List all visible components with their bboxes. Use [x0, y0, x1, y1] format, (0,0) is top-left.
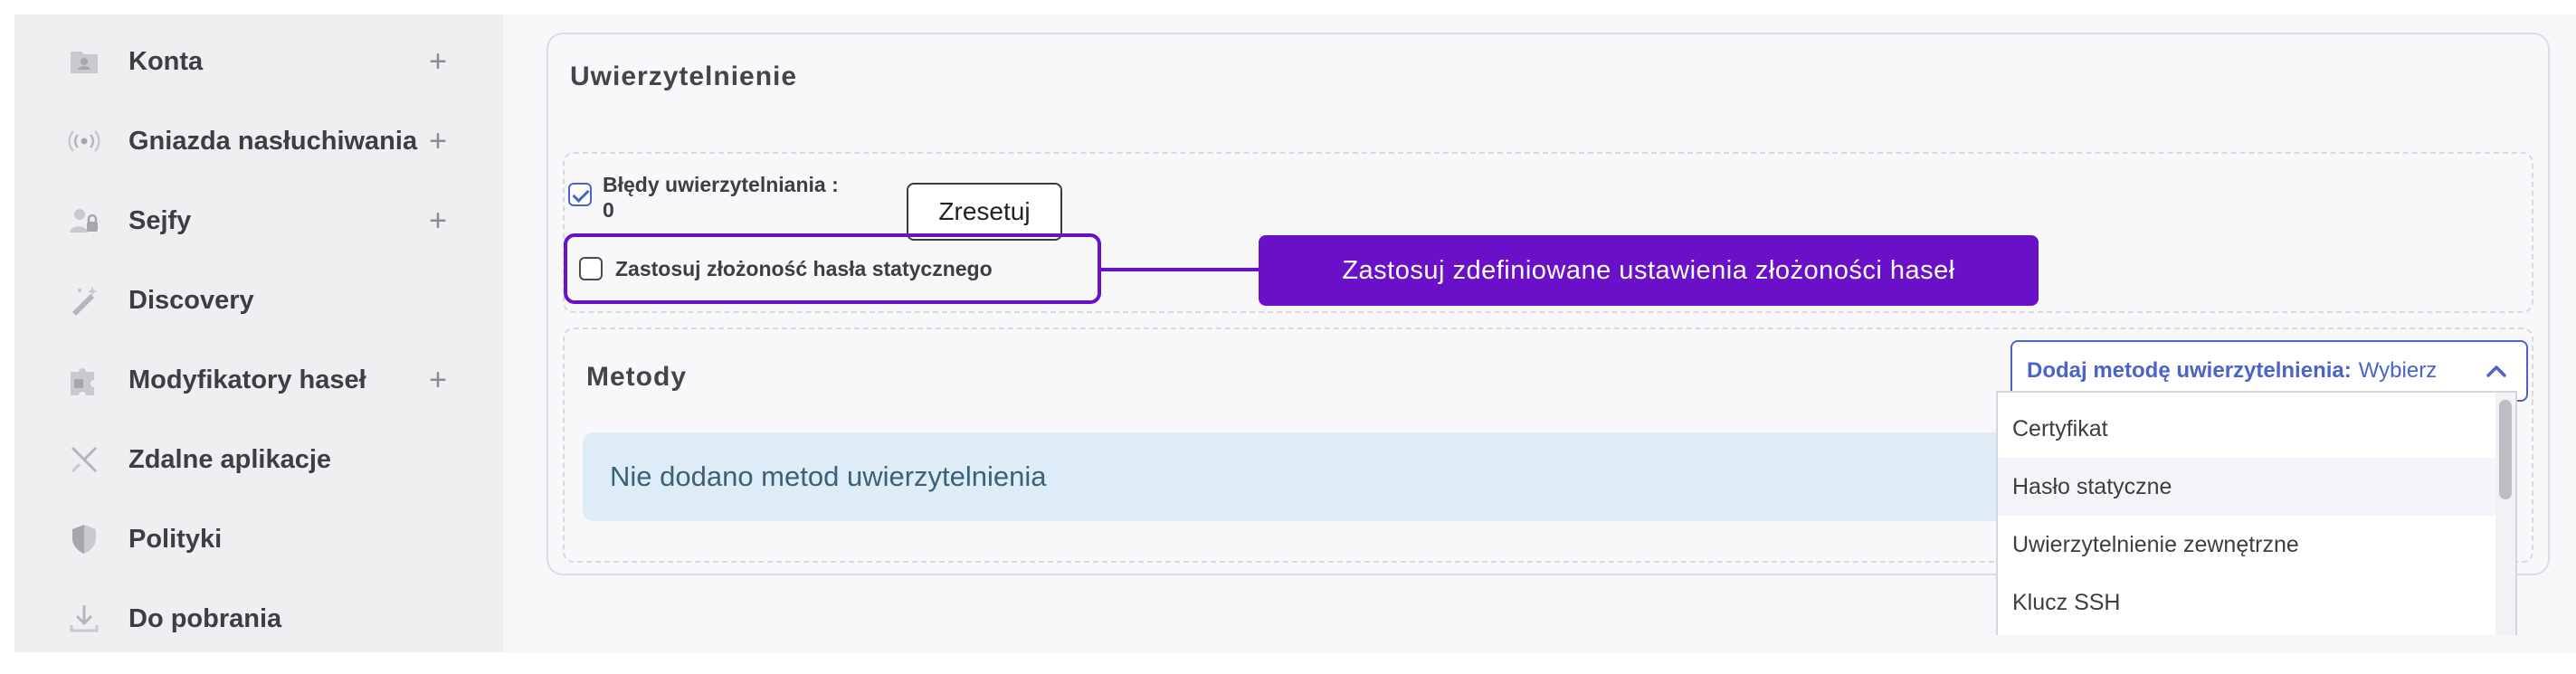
- add-auth-method-label: Dodaj metodę uwierzytelnienia:: [2027, 358, 2352, 383]
- account-icon: [65, 43, 103, 81]
- puzzle-icon: [65, 361, 103, 399]
- static-password-complexity-checkbox[interactable]: [579, 257, 603, 280]
- dropdown-option-certyfikat[interactable]: Certyfikat: [1998, 400, 2497, 458]
- no-methods-alert: Nie dodano metod uwierzytelnienia: [583, 432, 2048, 521]
- dropdown-option-haslo-statyczne[interactable]: Hasło statyczne: [1998, 458, 2497, 516]
- chevron-up-icon: [2486, 365, 2506, 377]
- sidebar-item-gniazda-nasluchiwania[interactable]: Gniazda nasłuchiwania +: [14, 101, 503, 181]
- dropdown-scroll-thumb[interactable]: [2499, 400, 2512, 499]
- dropdown-option-klucz-ssh[interactable]: Klucz SSH: [1998, 574, 2497, 631]
- auth-errors-count: 0: [603, 198, 614, 222]
- sidebar-item-do-pobrania[interactable]: Do pobrania: [14, 579, 503, 652]
- vault-user-icon: [65, 202, 103, 240]
- sidebar-item-zdalne-aplikacje[interactable]: Zdalne aplikacje: [14, 420, 503, 499]
- sidebar-item-label: Polityki: [128, 524, 223, 554]
- reset-button[interactable]: Zresetuj: [907, 183, 1062, 241]
- dropdown-scrollbar[interactable]: [2495, 393, 2515, 635]
- tooltip-connector: [1101, 268, 1259, 271]
- auth-errors-label: Błędy uwierzytelniania : 0: [603, 172, 839, 223]
- methods-title: Metody: [586, 362, 687, 392]
- sidebar-item-discovery[interactable]: Discovery: [14, 261, 503, 340]
- sidebar-item-label: Gniazda nasłuchiwania: [128, 126, 418, 156]
- expand-plus-icon[interactable]: +: [420, 123, 456, 159]
- complexity-tooltip: Zastosuj zdefiniowane ustawienia złożono…: [1259, 235, 2039, 306]
- sidebar-item-konta[interactable]: Konta +: [14, 22, 503, 101]
- magic-wand-icon: [65, 281, 103, 319]
- dropdown-option-uwierzytelnienie-zewnetrzne[interactable]: Uwierzytelnienie zewnętrzne: [1998, 516, 2497, 574]
- listener-icon: [65, 122, 103, 160]
- sidebar-item-label: Do pobrania: [128, 603, 282, 633]
- expand-plus-icon[interactable]: +: [420, 362, 456, 398]
- download-icon: [65, 600, 103, 638]
- auth-errors-label-text: Błędy uwierzytelniania :: [603, 173, 839, 196]
- sidebar-item-label: Modyfikatory haseł: [128, 365, 366, 394]
- sidebar-item-modyfikatory-hasel[interactable]: Modyfikatory haseł +: [14, 340, 503, 420]
- expand-plus-icon[interactable]: +: [420, 43, 456, 80]
- expand-plus-icon[interactable]: +: [420, 203, 456, 239]
- section-title: Uwierzytelnienie: [570, 62, 798, 91]
- shield-icon: [65, 520, 103, 558]
- remote-app-icon: [65, 441, 103, 479]
- sidebar-item-polityki[interactable]: Polityki: [14, 499, 503, 579]
- sidebar-item-label: Discovery: [128, 285, 254, 315]
- auth-method-dropdown: Certyfikat Hasło statyczne Uwierzytelnie…: [1996, 391, 2517, 635]
- sidebar: Konta + Gniazda nasłuchiwania + Sejfy + …: [14, 14, 503, 652]
- add-auth-method-value: Wybierz: [2358, 358, 2438, 383]
- sidebar-item-label: Sejfy: [128, 205, 192, 235]
- auth-errors-checkbox[interactable]: [568, 183, 592, 206]
- sidebar-item-label: Zdalne aplikacje: [128, 444, 332, 474]
- app-frame: Konta + Gniazda nasłuchiwania + Sejfy + …: [14, 14, 2576, 652]
- sidebar-item-label: Konta: [128, 46, 204, 76]
- sidebar-item-sejfy[interactable]: Sejfy +: [14, 181, 503, 261]
- static-password-complexity-label: Zastosuj złożoność hasła statycznego: [615, 257, 993, 280]
